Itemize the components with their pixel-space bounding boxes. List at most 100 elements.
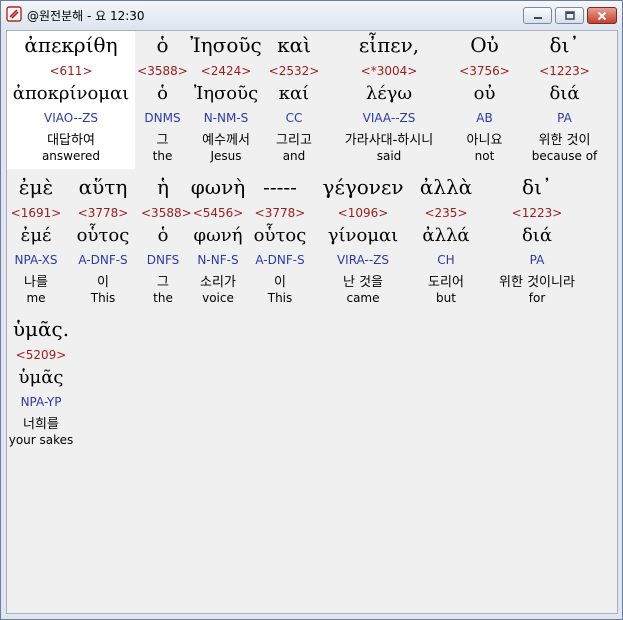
english-gloss: voice [202, 291, 234, 305]
parsing-code: A-DNF-S [78, 253, 128, 267]
parsing-code: N-NM-S [203, 111, 249, 125]
lexical-form: διά [549, 83, 580, 104]
lexical-form: καί [278, 83, 310, 104]
verse-row: ἐμὲ <1691> ἐμέ NPA-XS 나를 me αὕτη <3778> οὗτος A-D… [7, 173, 617, 313]
greek-word: δι᾽ [549, 33, 580, 57]
lexical-form: ὑμᾶς [18, 367, 64, 388]
korean-gloss: 소리가 [200, 275, 236, 290]
parsing-code: CH [437, 253, 455, 267]
korean-gloss: 나를 [24, 275, 48, 290]
greek-word: ἀλλὰ [419, 175, 473, 199]
parsing-code: DNMS [144, 111, 181, 125]
greek-word: ὁ [156, 33, 169, 57]
strong-number: <1223> [539, 64, 590, 78]
word-cell[interactable]: δι᾽ <1223> διά PA 위한 것이 because of [517, 31, 612, 169]
word-cell[interactable]: Ἰησοῦς <2424> Ἰησοῦς N-NM-S 예수께서 Jesus [190, 31, 262, 169]
lexical-form: οὗτος [253, 225, 307, 246]
greek-word: ἡ [157, 175, 169, 199]
greek-word: καὶ [277, 33, 311, 57]
english-gloss: the [153, 291, 173, 305]
word-cell[interactable]: ὁ <3588> ὁ DNMS 그 the [135, 31, 190, 169]
lexical-form: οὗτος [76, 225, 130, 246]
minimize-button[interactable] [523, 7, 552, 24]
lexical-form: γίνομαι [327, 225, 399, 246]
lexical-form: φωνή [193, 225, 243, 246]
word-cell[interactable]: ἡ <3588> ὁ DNFS 그 the [141, 173, 192, 311]
close-button[interactable] [587, 7, 617, 24]
strong-number: <611> [49, 64, 93, 78]
strong-number: <*3004> [360, 64, 418, 78]
word-cell[interactable]: ὑμᾶς. <5209> ὑμᾶς NPA-YP 너희를 your sakes [7, 315, 75, 453]
app-window: @원전분해 - 요 12:30 ἀπεκρίθη <611> ἀποκρίνομαι… [0, 0, 623, 620]
korean-gloss: 이 [274, 275, 286, 290]
greek-word: ----- [263, 175, 297, 199]
lexical-form: ἀποκρίνομαι [12, 83, 130, 104]
english-gloss: This [267, 291, 293, 305]
english-gloss: your sakes [8, 433, 74, 447]
parsing-code: A-DNF-S [255, 253, 305, 267]
korean-gloss: 아니요 [466, 133, 503, 148]
greek-word: ὑμᾶς. [12, 317, 70, 341]
verse-row: ἀπεκρίθη <611> ἀποκρίνομαι VIAO--ZS 대답하여 answ… [7, 31, 617, 171]
korean-gloss: 이 [97, 275, 109, 290]
english-gloss: the [152, 149, 173, 163]
word-cell[interactable]: γέγονεν <1096> γίνομαι VIRA--ZS 난 것을 came [309, 173, 417, 311]
strong-number: <5209> [15, 348, 67, 362]
maximize-icon [556, 8, 583, 23]
english-gloss: and [282, 149, 306, 163]
greek-word: αὕτη [78, 175, 128, 199]
greek-word: ἐμὲ [18, 175, 54, 199]
minimize-icon [524, 8, 551, 23]
title-bar[interactable]: @원전분해 - 요 12:30 [1, 1, 622, 29]
english-gloss: This [90, 291, 116, 305]
lexical-form: ἐμέ [20, 225, 52, 246]
word-cell[interactable]: Οὐ <3756> οὐ AB 아니요 not [452, 31, 517, 169]
strong-number: <3778> [77, 206, 129, 220]
korean-gloss: 위한 것이니라 [499, 275, 575, 290]
verse-row: ὑμᾶς. <5209> ὑμᾶς NPA-YP 너희를 your sakes [7, 315, 617, 455]
english-gloss: me [26, 291, 46, 305]
korean-gloss: 예수께서 [202, 133, 250, 148]
english-gloss: Jesus [210, 149, 242, 163]
greek-word: εἶπεν, [358, 33, 420, 57]
greek-word: ἀπεκρίθη [24, 33, 118, 57]
strong-number: <2532> [268, 64, 320, 78]
lexical-form: διά [521, 225, 553, 246]
english-gloss: but [436, 291, 456, 305]
strong-number: <3756> [459, 64, 510, 78]
maximize-button[interactable] [555, 7, 584, 24]
parsing-code: NPA-XS [14, 253, 58, 267]
strong-number: <1223> [511, 206, 563, 220]
parsing-code: VIAO--ZS [43, 111, 99, 125]
word-cell[interactable]: καὶ <2532> καί CC 그리고 and [262, 31, 326, 169]
strong-number: <5456> [192, 206, 244, 220]
lexical-form: οὐ [473, 83, 496, 104]
word-cell[interactable]: δι᾽ <1223> διά PA 위한 것이니라 for [475, 173, 599, 311]
word-cell[interactable]: ἀπεκρίθη <611> ἀποκρίνομαι VIAO--ZS 대답하여 answ… [7, 31, 135, 169]
word-cell[interactable]: ἐμὲ <1691> ἐμέ NPA-XS 나를 me [7, 173, 65, 311]
word-cell[interactable]: αὕτη <3778> οὗτος A-DNF-S 이 This [65, 173, 141, 311]
english-gloss: said [376, 149, 402, 163]
strong-number: <1691> [10, 206, 62, 220]
english-gloss: came [346, 291, 380, 305]
strong-number: <3588> [141, 206, 192, 220]
parsing-code: PA [529, 253, 545, 267]
word-cell[interactable]: εἶπεν, <*3004> λέγω VIAA--ZS 가라사대-하시니 said [326, 31, 452, 169]
lexical-form: ἀλλά [422, 225, 470, 246]
lexical-form: ὁ [157, 83, 168, 104]
parsing-code: CC [285, 111, 303, 125]
english-gloss: not [474, 149, 495, 163]
korean-gloss: 도리어 [428, 275, 464, 290]
strong-number: <3588> [137, 64, 188, 78]
word-cell[interactable]: ἀλλὰ <235> ἀλλά CH 도리어 but [417, 173, 475, 311]
word-cell[interactable]: ----- <3778> οὗτος A-DNF-S 이 This [251, 173, 309, 311]
strong-number: <2424> [200, 64, 252, 78]
korean-gloss: 대답하여 [47, 133, 95, 148]
english-gloss: for [528, 291, 546, 305]
english-gloss: answered [41, 149, 101, 163]
korean-gloss: 그 [156, 133, 169, 148]
korean-gloss: 위한 것이 [538, 133, 591, 148]
word-cell[interactable]: φωνὴ <5456> φωνή N-NF-S 소리가 voice [185, 173, 251, 311]
close-icon [588, 8, 616, 23]
parsing-code: N-NF-S [197, 253, 239, 267]
